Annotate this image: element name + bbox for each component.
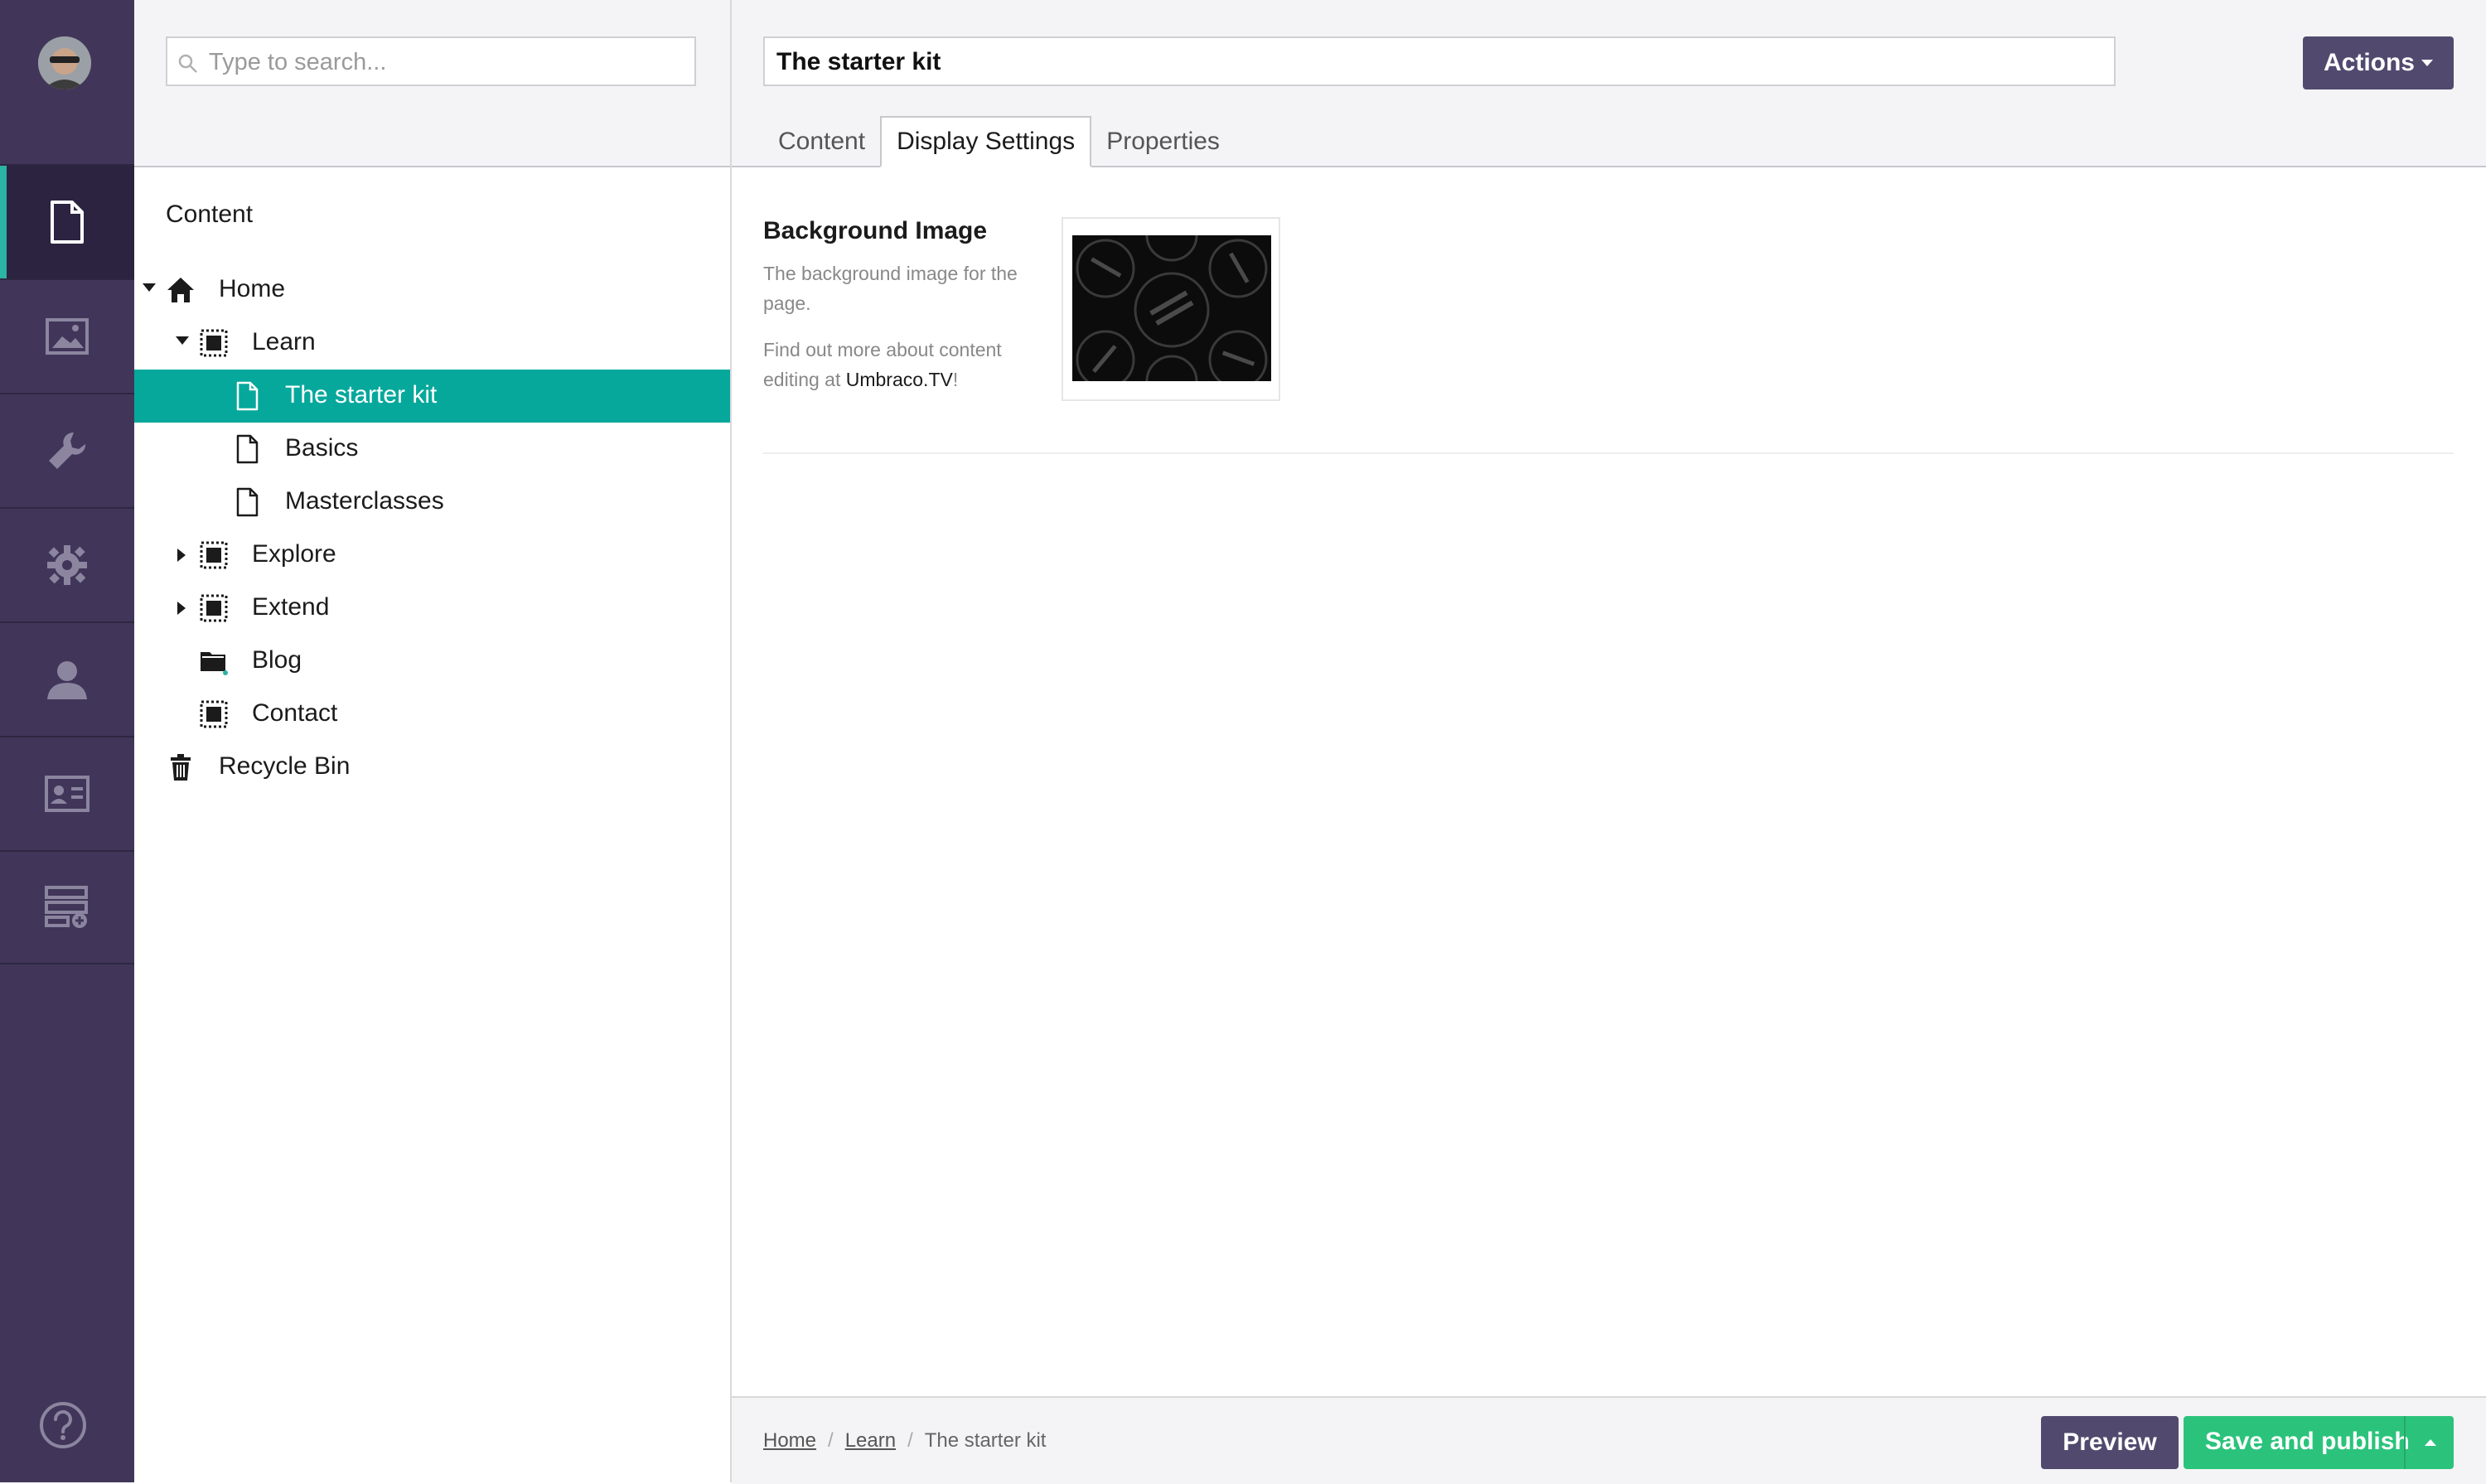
- form-icon: [45, 886, 88, 928]
- caret-down-icon: [2421, 60, 2433, 66]
- breadcrumb-current: The starter kit: [924, 1429, 1047, 1452]
- home-icon: [167, 278, 194, 302]
- trash-icon: [171, 754, 191, 781]
- content-editor: Actions Content Display Settings Propert…: [732, 0, 2486, 1484]
- section-users[interactable]: [0, 621, 134, 736]
- section-packages[interactable]: [0, 507, 134, 621]
- tree-node-contact[interactable]: Contact: [134, 688, 730, 741]
- section-members[interactable]: [0, 736, 134, 850]
- actions-label: Actions: [2323, 49, 2415, 76]
- tree-node-label: The starter kit: [285, 381, 438, 408]
- save-and-publish-button[interactable]: Save and publish: [2184, 1416, 2454, 1469]
- tree-node-the-starter-kit[interactable]: The starter kit: [134, 370, 730, 423]
- caret-up-icon: [2425, 1439, 2436, 1446]
- tree-node-label: Contact: [252, 699, 338, 727]
- tree-node-explore[interactable]: Explore: [134, 529, 730, 582]
- collapse-icon[interactable]: [143, 283, 156, 292]
- search-icon: [178, 54, 197, 73]
- image-icon: [46, 318, 89, 355]
- node-name-field[interactable]: [763, 36, 2116, 86]
- help-button[interactable]: [38, 1400, 88, 1450]
- grid-icon: [200, 700, 228, 728]
- breadcrumb: Home / Learn / The starter kit: [763, 1429, 1046, 1453]
- actions-button[interactable]: Actions: [2303, 36, 2454, 89]
- tree-node-basics[interactable]: Basics: [134, 423, 730, 476]
- tree-node-label: Extend: [252, 593, 330, 621]
- editor-tabs: Content Display Settings Properties: [763, 116, 1235, 167]
- editor-header: Actions Content Display Settings Propert…: [732, 0, 2486, 167]
- grid-icon: [200, 329, 228, 357]
- umbraco-tv-link[interactable]: Umbraco.TV: [846, 369, 953, 390]
- image-preview: [1072, 235, 1271, 381]
- section-content[interactable]: [0, 164, 134, 278]
- search-box[interactable]: [166, 36, 696, 86]
- tree-node-masterclasses[interactable]: Masterclasses: [134, 476, 730, 529]
- property-divider: [763, 452, 2454, 454]
- property-description: The background image for the page.: [763, 263, 1018, 314]
- breadcrumb-home[interactable]: Home: [763, 1429, 816, 1453]
- tree-node-label: Recycle Bin: [219, 752, 351, 780]
- tree-node-recycle-bin[interactable]: Recycle Bin: [134, 741, 730, 794]
- expand-icon[interactable]: [177, 549, 186, 562]
- expand-icon[interactable]: [177, 602, 186, 615]
- document-icon: [51, 201, 84, 244]
- help-icon: [40, 1402, 86, 1448]
- preview-button[interactable]: Preview: [2041, 1416, 2179, 1469]
- document-icon: [236, 381, 259, 411]
- tree-node-label: Learn: [252, 328, 316, 355]
- tree-node-learn[interactable]: Learn: [134, 317, 730, 370]
- publish-options-toggle[interactable]: [2404, 1416, 2455, 1469]
- tree-node-label: Blog: [252, 646, 302, 674]
- tree-node-label: Basics: [285, 434, 359, 462]
- search-input[interactable]: [207, 43, 691, 81]
- breadcrumb-separator: /: [907, 1429, 913, 1452]
- tree-node-extend[interactable]: Extend: [134, 582, 730, 635]
- content-tree-panel: Content Home Learn The starter kit Basic…: [134, 0, 732, 1482]
- document-icon: [236, 434, 259, 464]
- section-settings[interactable]: [0, 393, 134, 507]
- tree-node-blog[interactable]: Blog: [134, 635, 730, 688]
- user-icon: [47, 661, 87, 699]
- section-rail: [0, 0, 134, 1482]
- tree-node-label: Explore: [252, 540, 336, 568]
- grid-icon: [200, 541, 228, 569]
- wrench-icon: [49, 432, 86, 469]
- tab-display-settings[interactable]: Display Settings: [880, 116, 1092, 167]
- id-card-icon: [45, 776, 89, 812]
- editor-footer: Home / Learn / The starter kit Preview S…: [732, 1396, 2486, 1484]
- tree-search-bar: [134, 0, 730, 167]
- section-forms[interactable]: [0, 850, 134, 964]
- save-and-publish-label: Save and publish: [2205, 1428, 2410, 1455]
- tree-node-home[interactable]: Home: [134, 263, 730, 317]
- property-help-text: Find out more about content editing at U…: [763, 339, 1002, 390]
- breadcrumb-learn[interactable]: Learn: [845, 1429, 896, 1453]
- tree-title: Content: [166, 201, 254, 228]
- grid-icon: [200, 594, 228, 622]
- node-name-input[interactable]: [775, 43, 2104, 81]
- document-icon: [236, 487, 259, 517]
- tab-content[interactable]: Content: [763, 116, 880, 167]
- tree-node-label: Masterclasses: [285, 487, 444, 515]
- gear-icon: [47, 545, 87, 585]
- property-background-image: Background Image The background image fo…: [763, 217, 1045, 394]
- user-avatar[interactable]: [38, 36, 91, 89]
- tab-properties[interactable]: Properties: [1091, 116, 1235, 167]
- folder-icon: [201, 652, 228, 675]
- tree-node-label: Home: [219, 275, 286, 302]
- collapse-icon[interactable]: [176, 336, 189, 345]
- property-label: Background Image: [763, 217, 988, 244]
- section-media[interactable]: [0, 278, 134, 393]
- breadcrumb-separator: /: [828, 1429, 834, 1452]
- background-image-thumbnail[interactable]: [1062, 217, 1280, 401]
